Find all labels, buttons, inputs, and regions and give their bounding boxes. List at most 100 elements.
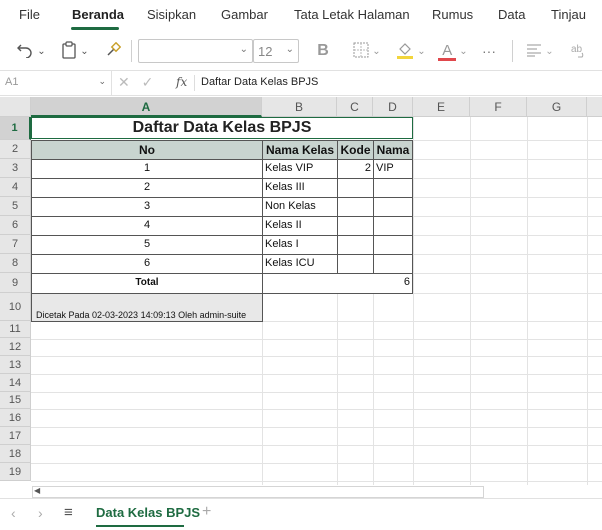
tab-rumus[interactable]: Rumus [432,7,473,22]
scroll-left-icon[interactable]: ◀ [34,486,40,495]
column-header-g[interactable]: G [527,97,587,117]
column-header-h[interactable] [587,97,602,117]
row-header[interactable]: 11 [0,321,31,338]
all-sheets-menu-icon[interactable]: ≡ [64,504,73,521]
row-header[interactable]: 5 [0,197,31,216]
font-name-select[interactable]: ⌄ [138,39,253,63]
cell-nama[interactable] [373,235,413,255]
formula-input[interactable]: Daftar Data Kelas BPJS [201,76,318,88]
more-options-button[interactable]: ··· [478,40,500,62]
cell-nama[interactable]: VIP [373,159,413,179]
cell-no[interactable]: 4 [31,216,263,236]
bold-button[interactable]: B [312,40,334,62]
borders-button[interactable]: ⌄ [350,40,384,62]
row-header[interactable]: 9 [0,273,31,293]
row-header[interactable]: 7 [0,235,31,254]
spreadsheet-grid[interactable]: A B C D E F G 1 2 3 4 5 6 7 8 9 10 11 12… [0,97,602,485]
header-nama[interactable]: Nama [373,140,413,160]
total-label-cell[interactable]: Total [31,273,263,294]
row-header[interactable]: 16 [0,409,31,427]
row-header[interactable]: 10 [0,293,31,321]
row-header[interactable]: 19 [0,463,31,481]
cell-no[interactable]: 3 [31,197,263,217]
name-box[interactable]: A1 ⌄ [0,71,112,95]
column-header-f[interactable]: F [470,97,527,117]
wrap-text-button[interactable]: ab [568,40,590,62]
row-header[interactable]: 4 [0,178,31,197]
header-kode[interactable]: Kode [337,140,374,160]
cell-kode[interactable]: 2 [337,159,374,179]
row-header[interactable]: 15 [0,392,31,409]
cell-no[interactable]: 6 [31,254,263,274]
align-button[interactable]: ⌄ [522,40,558,62]
total-value-cell[interactable]: 6 [262,273,413,294]
cell-nama-kelas[interactable]: Kelas I [262,235,338,255]
printed-info-cell[interactable]: Dicetak Pada 02-03-2023 14:09:13 Oleh ad… [31,293,263,322]
row-header[interactable]: 1 [0,117,31,140]
next-sheet-icon[interactable]: › [38,505,43,521]
row-header[interactable]: 13 [0,356,31,374]
column-header-d[interactable]: D [373,97,413,117]
horizontal-scrollbar[interactable]: ◀ [32,486,602,498]
gridline [413,216,602,217]
gridline [413,140,602,141]
cell-nama[interactable] [373,254,413,274]
cell-no[interactable]: 1 [31,159,263,179]
cell-kode[interactable] [337,254,374,274]
fill-color-button[interactable]: ⌄ [394,40,428,62]
tab-file[interactable]: File [19,7,40,22]
select-all-corner[interactable] [0,97,31,117]
column-header-c[interactable]: C [337,97,373,117]
cell-nama-kelas[interactable]: Non Kelas [262,197,338,217]
column-header-e[interactable]: E [413,97,470,117]
font-color-button[interactable]: A ⌄ [436,40,470,62]
row-header[interactable]: 6 [0,216,31,235]
font-size-select[interactable]: 12 ⌄ [253,39,299,63]
undo-button[interactable]: ⌄ [14,40,48,62]
paint-bucket-icon [396,41,414,62]
cancel-icon[interactable]: ✕ [118,74,130,90]
cell-kode[interactable] [337,197,374,217]
row-header[interactable]: 3 [0,159,31,178]
column-header-a[interactable]: A [31,97,262,117]
cell-kode[interactable] [337,235,374,255]
add-sheet-button[interactable]: + [202,503,211,521]
undo-icon [16,42,34,61]
tab-data[interactable]: Data [498,7,525,22]
cell-nama[interactable] [373,197,413,217]
column-header-b[interactable]: B [262,97,337,117]
row-header[interactable]: 18 [0,445,31,463]
tab-tinjau[interactable]: Tinjau [551,7,586,22]
sheet-title-cell[interactable]: Daftar Data Kelas BPJS [31,117,413,139]
row-header[interactable]: 2 [0,140,31,159]
cell-nama-kelas[interactable]: Kelas ICU [262,254,338,274]
tab-tata-letak-halaman[interactable]: Tata Letak Halaman [294,7,410,22]
check-icon[interactable]: ✓ [142,74,154,90]
header-nama-kelas[interactable]: Nama Kelas [262,140,338,160]
format-painter-icon [105,41,122,61]
tab-sisipkan[interactable]: Sisipkan [147,7,196,22]
format-painter-button[interactable] [102,40,124,62]
row-header[interactable]: 14 [0,374,31,392]
header-no[interactable]: No [31,140,263,160]
row-header[interactable]: 8 [0,254,31,273]
row-header[interactable]: 17 [0,427,31,445]
cell-nama[interactable] [373,216,413,236]
paste-button[interactable]: ⌄ [58,40,92,62]
cell-nama-kelas[interactable]: Kelas VIP [262,159,338,179]
insert-function-button[interactable]: fx [176,75,187,89]
gridline [31,339,602,340]
cell-kode[interactable] [337,178,374,198]
tab-gambar[interactable]: Gambar [221,7,268,22]
cell-nama-kelas[interactable]: Kelas II [262,216,338,236]
tab-beranda[interactable]: Beranda [72,7,124,22]
cell-nama-kelas[interactable]: Kelas III [262,178,338,198]
scrollbar-track[interactable] [32,486,484,498]
gridline [31,463,602,464]
cell-nama[interactable] [373,178,413,198]
cell-no[interactable]: 2 [31,178,263,198]
cell-kode[interactable] [337,216,374,236]
cell-no[interactable]: 5 [31,235,263,255]
row-header[interactable]: 12 [0,338,31,356]
previous-sheet-icon[interactable]: ‹ [11,505,16,521]
